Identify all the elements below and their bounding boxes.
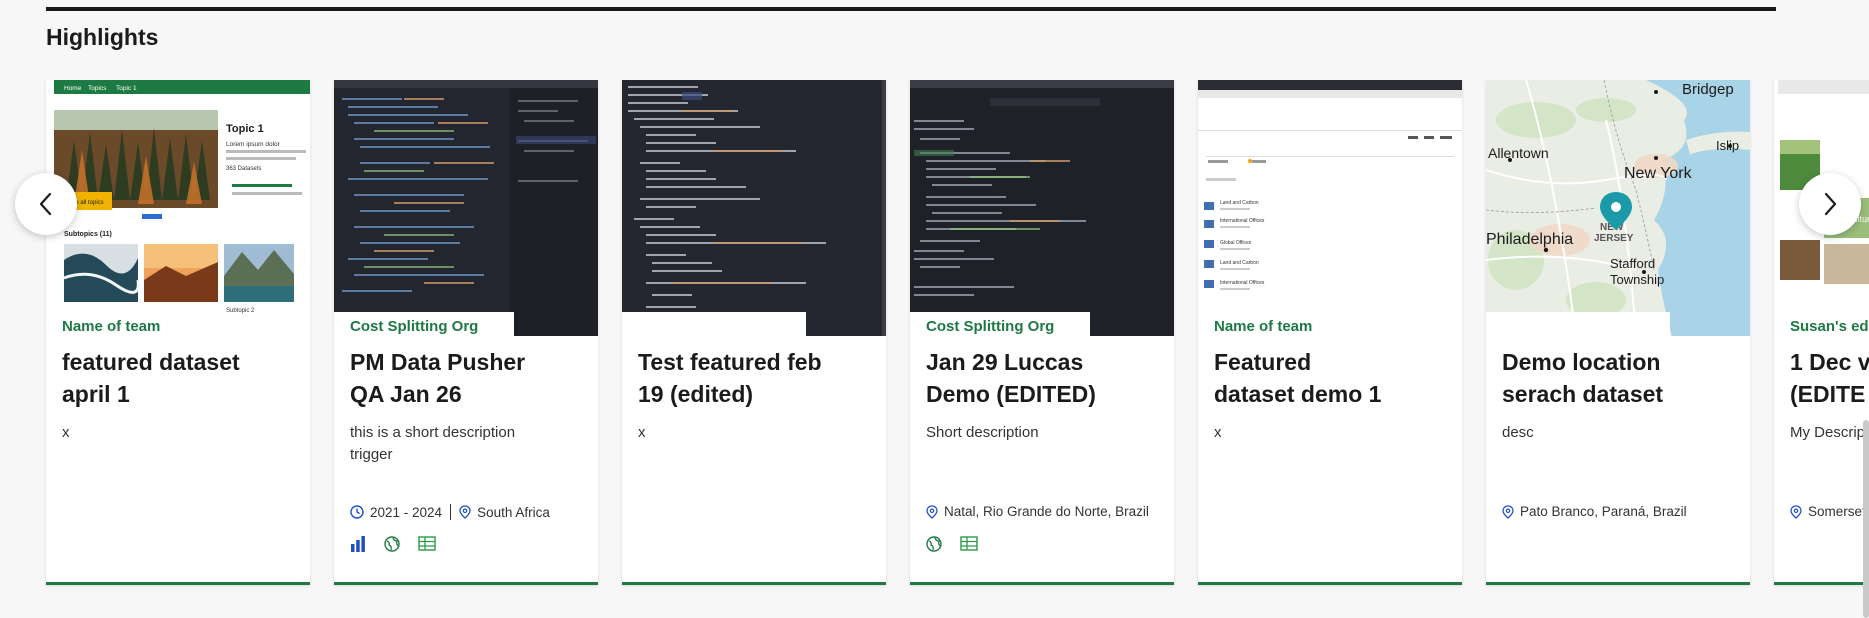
- card-title[interactable]: Test featured feb 19 (edited): [638, 346, 874, 410]
- table-icon: [418, 536, 436, 551]
- card-description: this is a short description trigger: [350, 424, 516, 463]
- card-meta: Somerset: [1790, 504, 1866, 519]
- dataset-card[interactable]: Home Topics Topic 1 See all topics Topic…: [46, 80, 310, 585]
- page-scrollbar[interactable]: [1863, 420, 1869, 618]
- thumb-crumb-home: Home: [64, 85, 82, 92]
- card-org-label: Susan's ed: [1774, 312, 1869, 340]
- card-title-line1: Jan 29 Luccas: [926, 349, 1084, 375]
- dataset-card[interactable]: Agriculture Susan's ed 1 Dec v (EDITE My…: [1774, 80, 1869, 585]
- card-org-label: Cost Splitting Org: [334, 312, 514, 340]
- card-formats: [926, 536, 978, 552]
- card-meta: 2021 - 2024 South Africa: [350, 504, 550, 520]
- dataset-card[interactable]: Bridgep Allentown New York Islip Philade…: [1486, 80, 1750, 585]
- location-pin-icon: [1790, 504, 1802, 519]
- dataset-card[interactable]: Cost Splitting Org PM Data Pusher QA Jan…: [334, 80, 598, 585]
- dataset-card[interactable]: Test featured feb 19 (edited) x: [622, 80, 886, 585]
- card-title-line2: Demo (EDITED): [926, 381, 1096, 407]
- thumb-list-item-5: International Offices: [1220, 280, 1265, 286]
- clock-icon: [350, 505, 364, 519]
- card-thumbnail: [334, 80, 598, 336]
- card-title-line1: Demo location: [1502, 349, 1661, 375]
- thumb-list-item-4: Land and Carbon: [1220, 260, 1259, 266]
- thumb-subtopics: Subtopics (11): [64, 231, 112, 238]
- card-org-placeholder: [622, 312, 806, 336]
- carousel-prev-button[interactable]: [15, 173, 77, 235]
- thumb-topic-heading: Topic 1: [226, 123, 264, 135]
- card-thumbnail: Bridgep Allentown New York Islip Philade…: [1486, 80, 1750, 336]
- card-title-line1: featured dataset: [62, 349, 240, 375]
- map-label-new-york: New York: [1624, 165, 1693, 182]
- card-meta: Natal, Rio Grande do Norte, Brazil: [926, 504, 1149, 519]
- map-label-township: Township: [1610, 272, 1664, 287]
- card-title-line2: 19 (edited): [638, 381, 754, 407]
- card-title-line2: serach dataset: [1502, 381, 1664, 407]
- thumb-crumb-topic1: Topic 1: [116, 85, 137, 92]
- card-title-line2: QA Jan 26: [350, 381, 462, 407]
- card-description: desc: [1502, 424, 1534, 441]
- card-title-line1: Featured: [1214, 349, 1312, 375]
- card-org-label: Name of team: [1198, 312, 1378, 340]
- card-title[interactable]: Jan 29 Luccas Demo (EDITED): [926, 346, 1162, 410]
- card-title[interactable]: 1 Dec v (EDITE: [1790, 346, 1869, 410]
- dataset-card[interactable]: Land and Carbon International Offices Gl…: [1198, 80, 1462, 585]
- map-label-bridgeport: Bridgep: [1682, 81, 1734, 98]
- thumb-datasets: 363 Datasets: [226, 166, 261, 172]
- card-thumbnail: [910, 80, 1174, 336]
- carousel-next-button[interactable]: [1799, 173, 1861, 235]
- card-org-label: Name of team: [46, 312, 226, 340]
- location-pin-icon: [459, 505, 471, 519]
- card-title[interactable]: Featured dataset demo 1: [1214, 346, 1450, 410]
- section-top-rule: [46, 7, 1776, 11]
- card-title-line2: dataset demo 1: [1214, 381, 1382, 407]
- card-description: x: [62, 424, 70, 441]
- card-description: Short description: [926, 424, 1039, 441]
- card-thumbnail: Land and Carbon International Offices Gl…: [1198, 80, 1462, 336]
- card-title-line1: PM Data Pusher: [350, 349, 526, 375]
- map-label-philadelphia: Philadelphia: [1486, 231, 1573, 248]
- bar-chart-icon: [351, 536, 365, 552]
- card-location: South Africa: [477, 504, 550, 520]
- thumb-crumb-topics: Topics: [88, 85, 107, 92]
- highlights-carousel: Home Topics Topic 1 See all topics Topic…: [0, 80, 1869, 590]
- card-description: x: [1214, 424, 1222, 441]
- chevron-right-icon: [1824, 192, 1837, 216]
- globe-icon: [926, 536, 942, 552]
- card-org-label: Cost Splitting Org: [910, 312, 1090, 340]
- thumb-list-item-3: Global Offices: [1220, 240, 1252, 246]
- map-label-islip: Islip: [1716, 138, 1739, 153]
- thumb-list-item-1: Land and Carbon: [1220, 200, 1259, 206]
- thumb-lorem: Lorem ipsum dolor: [226, 141, 281, 148]
- card-title[interactable]: featured dataset april 1: [62, 346, 298, 410]
- card-title-line2: (EDITE: [1790, 381, 1866, 407]
- card-title-line1: 1 Dec v: [1790, 349, 1869, 375]
- map-label-jersey: JERSEY: [1594, 233, 1634, 244]
- card-org-placeholder: [1486, 312, 1670, 336]
- card-title[interactable]: PM Data Pusher QA Jan 26: [350, 346, 586, 410]
- card-thumbnail: Home Topics Topic 1 See all topics Topic…: [46, 80, 310, 336]
- location-pin-icon: [926, 504, 938, 519]
- card-title[interactable]: Demo location serach dataset: [1502, 346, 1738, 410]
- dataset-card[interactable]: Cost Splitting Org Jan 29 Luccas Demo (E…: [910, 80, 1174, 585]
- globe-icon: [384, 536, 400, 552]
- chevron-left-icon: [39, 192, 52, 216]
- card-title-line1: Test featured feb: [638, 349, 822, 375]
- card-description: x: [638, 424, 646, 441]
- card-location: Somerset: [1808, 504, 1866, 519]
- card-date-range: 2021 - 2024: [370, 504, 443, 520]
- meta-divider: [450, 504, 452, 520]
- card-title-line2: april 1: [62, 381, 130, 407]
- card-meta: Pato Branco, Paraná, Brazil: [1502, 504, 1687, 519]
- card-formats: [350, 536, 436, 552]
- thumb-list-item-2: International Offices: [1220, 218, 1265, 224]
- card-location: Pato Branco, Paraná, Brazil: [1520, 504, 1687, 519]
- map-label-stafford: Stafford: [1610, 256, 1655, 271]
- table-icon: [960, 536, 978, 551]
- location-pin-icon: [1502, 504, 1514, 519]
- card-thumbnail: [622, 80, 886, 336]
- card-description: My Descrip: [1790, 424, 1866, 441]
- card-location: Natal, Rio Grande do Norte, Brazil: [944, 504, 1149, 519]
- map-label-allentown: Allentown: [1488, 145, 1549, 161]
- thumb-sub2: Subtopic 2: [226, 308, 255, 314]
- section-title: Highlights: [46, 24, 159, 50]
